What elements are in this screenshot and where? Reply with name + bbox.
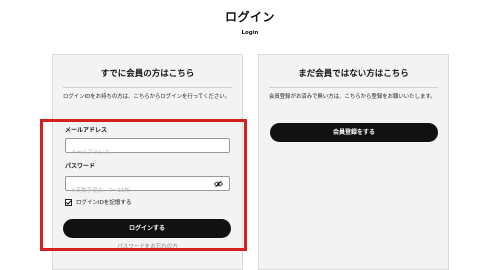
register-button[interactable]: 会員登録をする — [270, 123, 438, 142]
page-subtitle: Login — [241, 30, 259, 36]
member-panel-divider — [63, 87, 232, 88]
checkmark-icon — [65, 199, 72, 205]
remember-checkbox-label[interactable]: ログインIDを記憶する — [76, 198, 131, 206]
password-label: パスワード — [65, 163, 96, 170]
email-label: メールアドレス — [65, 127, 108, 134]
guest-register-panel: まだ会員ではない方はこちら 会員登録がお済みで無い方は、こちらから登録をお願いい… — [258, 54, 449, 270]
password-field-wrapper — [65, 176, 230, 198]
forgot-password-link[interactable]: パスワードをお忘れの方 — [53, 242, 242, 250]
member-panel-description: ログインIDをお持ちの方は、こちらからログインを行ってください。 — [63, 94, 231, 100]
member-panel-heading: すでに会員の方はこちら — [100, 69, 195, 79]
guest-panel-divider — [269, 87, 438, 88]
password-field[interactable] — [66, 184, 211, 198]
remember-login-row: ログインIDを記憶する — [65, 198, 131, 206]
guest-panel-heading: まだ会員ではない方はこちら — [298, 69, 409, 79]
email-field-wrapper — [65, 138, 230, 160]
page-title: ログイン — [224, 10, 275, 24]
remember-checkbox[interactable] — [65, 198, 72, 206]
member-login-panel: すでに会員の方はこちら ログインIDをお持ちの方は、こちらからログインを行ってく… — [52, 54, 243, 270]
eye-slash-icon[interactable] — [214, 180, 223, 188]
guest-panel-description: 会員登録がお済みで無い方は、こちらから登録をお願いいたします。 — [269, 94, 436, 100]
login-button[interactable]: ログインする — [63, 219, 231, 238]
email-field[interactable] — [66, 146, 211, 160]
